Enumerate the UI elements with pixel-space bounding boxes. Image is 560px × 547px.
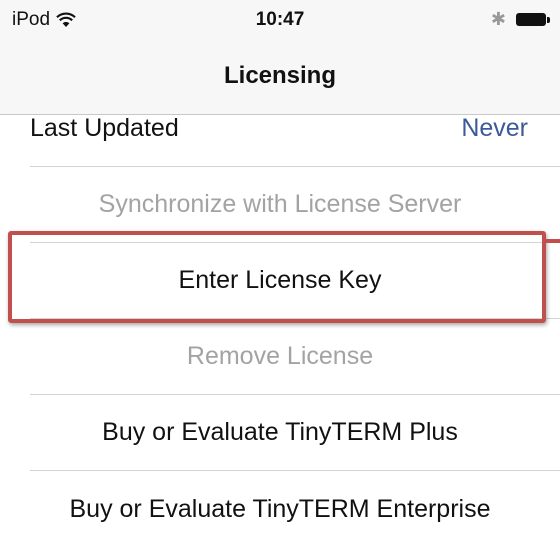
status-right: ✱ [490, 9, 550, 30]
status-time: 10:47 [255, 9, 305, 30]
page-title: Licensing [223, 62, 337, 89]
last-updated-row: Last Updated Never [30, 91, 560, 167]
remove-license-label: Remove License [186, 342, 374, 370]
last-updated-label: Last Updated [30, 114, 179, 142]
bluetooth-icon: ✱ [490, 9, 506, 29]
battery-icon [516, 13, 550, 26]
buy-tinyterm-plus-label: Buy or Evaluate TinyTERM Plus [102, 418, 458, 446]
remove-license-button[interactable]: Remove License [30, 319, 560, 395]
highlight-annotation-box [8, 231, 546, 323]
buy-tinyterm-plus-button[interactable]: Buy or Evaluate TinyTERM Plus [30, 395, 560, 471]
last-updated-value: Never [461, 114, 528, 142]
status-bar: iPod 10:47 ✱ [0, 0, 560, 40]
buy-tinyterm-enterprise-label: Buy or Evaluate TinyTERM Enterprise [69, 494, 491, 523]
highlight-annotation-tab [546, 239, 560, 243]
buy-tinyterm-enterprise-button[interactable]: Buy or Evaluate TinyTERM Enterprise [30, 471, 560, 547]
